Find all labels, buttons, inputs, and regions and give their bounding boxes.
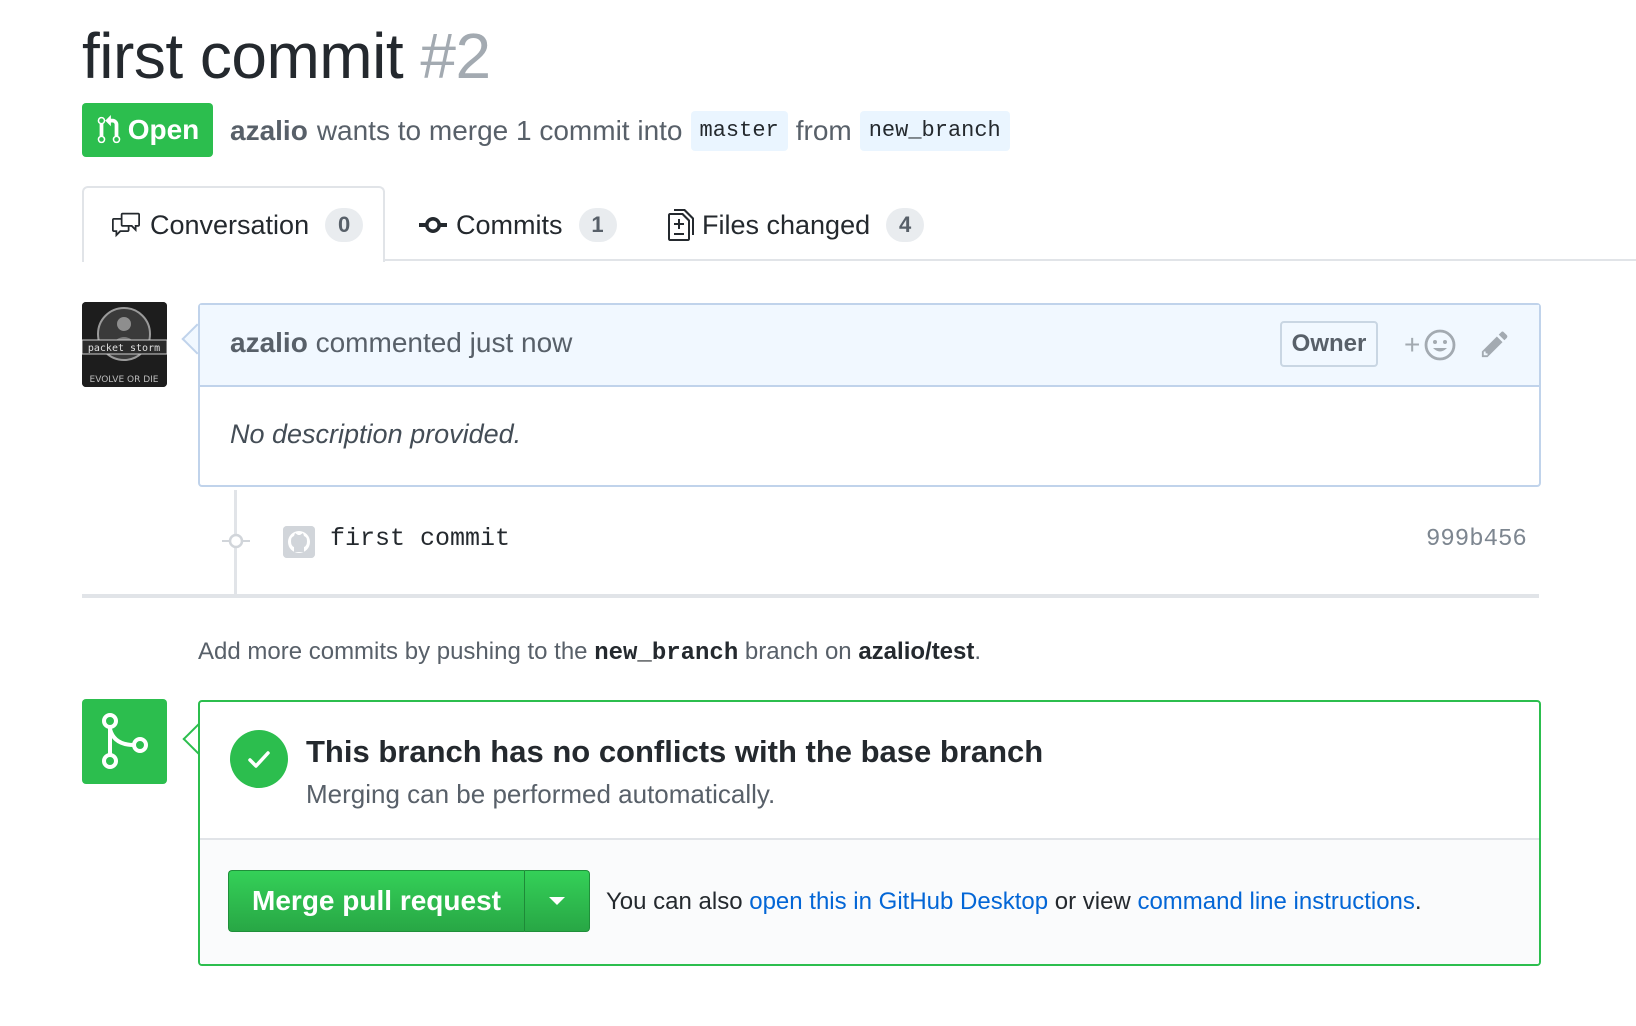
pr-state-badge: Open: [82, 103, 213, 157]
octocat-icon: [283, 526, 315, 558]
comment-author-link[interactable]: azalio: [230, 327, 308, 358]
owner-badge: Owner: [1280, 321, 1378, 367]
commit-sha-link[interactable]: 999b456: [1426, 526, 1527, 553]
merge-help-text: You can also open this in GitHub Desktop…: [606, 888, 1422, 916]
merge-help-prefix: You can also: [606, 888, 743, 915]
tab-files-label: Files changed: [702, 209, 871, 240]
tab-commits[interactable]: Commits 1: [418, 188, 617, 262]
pr-number: #2: [420, 20, 491, 92]
pencil-icon: [1481, 331, 1508, 358]
command-line-instructions-link[interactable]: command line instructions: [1137, 888, 1414, 915]
open-in-desktop-link[interactable]: open this in GitHub Desktop: [749, 888, 1048, 915]
push-hint: Add more commits by pushing to the new_b…: [198, 638, 981, 667]
pr-state-label: Open: [127, 114, 200, 145]
comment-body: No description provided.: [230, 419, 522, 449]
pr-meta: azalio wants to merge 1 commit into mast…: [230, 106, 1018, 156]
push-hint-middle: branch on: [744, 638, 852, 665]
commit-node-icon: [222, 531, 250, 551]
edit-comment-button[interactable]: [1480, 329, 1512, 361]
comment-discussion-icon: [112, 212, 140, 238]
push-hint-prefix: Add more commits by pushing to the: [198, 638, 588, 665]
comment-author-line: azalio commented just now: [230, 327, 572, 359]
commit-message-link[interactable]: first commit: [330, 524, 510, 553]
svg-text:EVOLVE OR DIE: EVOLVE OR DIE: [90, 375, 159, 385]
triangle-down-icon: [549, 897, 565, 905]
add-reaction-button[interactable]: +: [1404, 327, 1460, 363]
tab-conversation[interactable]: Conversation 0: [82, 186, 385, 262]
push-hint-branch: new_branch: [594, 640, 739, 667]
merge-box: This branch has no conflicts with the ba…: [198, 700, 1541, 966]
pr-title: first commit #2: [82, 18, 491, 94]
reaction-plus: +: [1404, 329, 1421, 360]
push-hint-suffix: .: [974, 638, 982, 665]
merge-status-subtitle: Merging can be performed automatically.: [306, 779, 776, 809]
comment-action: commented just now: [315, 327, 573, 358]
merge-help-middle: or view: [1054, 888, 1131, 915]
pr-author-link[interactable]: azalio: [230, 115, 308, 147]
base-branch-ref[interactable]: master: [690, 111, 788, 151]
diff-icon: [668, 209, 694, 241]
merge-help-suffix: .: [1414, 888, 1422, 915]
push-hint-repo: azalio/test: [858, 638, 975, 665]
avatar[interactable]: packet storm EVOLVE OR DIE: [82, 302, 167, 387]
pr-merge-text: wants to merge 1 commit into: [316, 115, 683, 146]
merge-method-dropdown[interactable]: [524, 870, 590, 932]
tab-commits-label: Commits: [456, 209, 563, 240]
comment-box: azalio commented just now Owner + No des…: [198, 303, 1541, 487]
check-icon: [230, 730, 288, 788]
git-merge-icon: [102, 713, 148, 769]
svg-text:packet storm: packet storm: [88, 343, 160, 354]
packet-storm-logo-icon: packet storm EVOLVE OR DIE: [82, 302, 167, 387]
merge-status-title: This branch has no conflicts with the ba…: [306, 734, 1044, 769]
merge-pull-request-button[interactable]: Merge pull request: [228, 870, 524, 932]
git-commit-icon: [419, 217, 447, 233]
pr-title-text: first commit: [82, 20, 404, 92]
timeline-divider: [82, 594, 1539, 598]
head-branch-ref[interactable]: new_branch: [859, 111, 1010, 151]
git-pull-request-icon: [97, 115, 120, 144]
smiley-icon: [1424, 329, 1456, 361]
merge-status-icon-box: [82, 699, 167, 784]
tab-files-counter: 4: [886, 208, 925, 242]
tab-conversation-counter: 0: [325, 208, 364, 242]
merge-actions: Merge pull request You can also open thi…: [200, 838, 1539, 964]
tab-files-changed[interactable]: Files changed 4: [668, 188, 925, 262]
comment-header: azalio commented just now Owner +: [200, 305, 1539, 387]
pr-from-text: from: [795, 115, 852, 146]
tab-commits-counter: 1: [578, 208, 617, 242]
tab-conversation-label: Conversation: [150, 209, 310, 240]
commit-author-avatar[interactable]: [283, 526, 315, 558]
